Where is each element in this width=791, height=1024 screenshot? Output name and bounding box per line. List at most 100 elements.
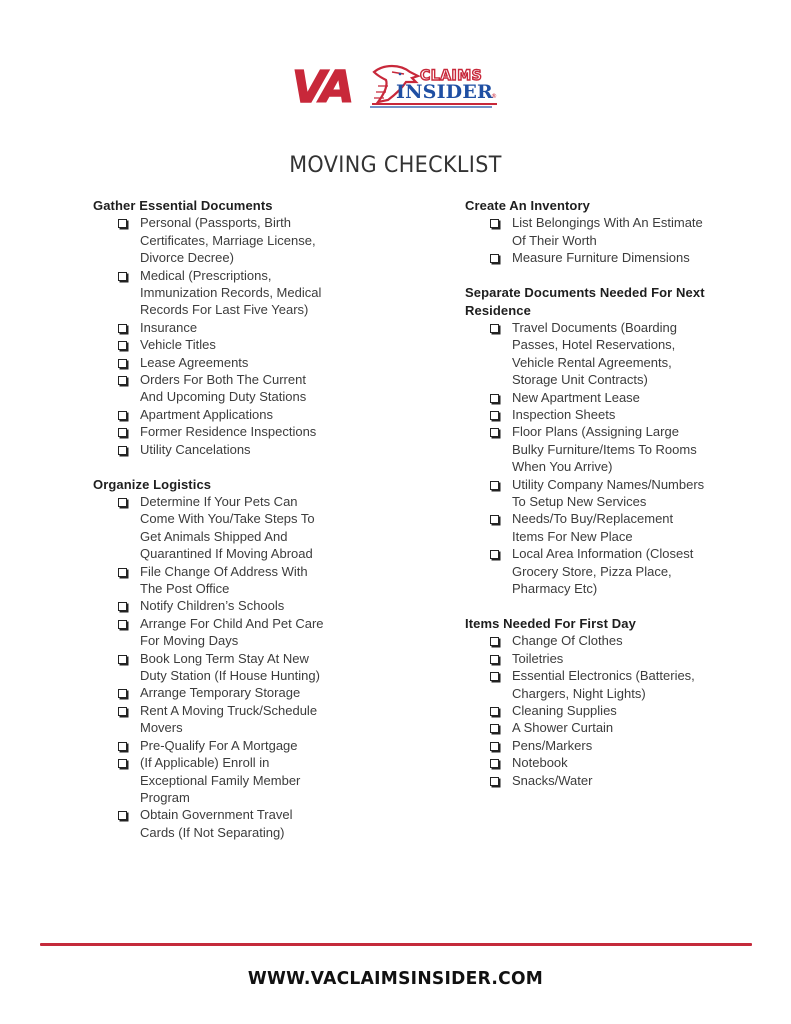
checklist-item[interactable]: Needs/To Buy/Replacement Items For New P… xyxy=(465,510,707,545)
checklist-item[interactable]: Local Area Information (Closest Grocery … xyxy=(465,545,707,597)
checklist-item[interactable]: Change Of Clothes xyxy=(465,632,707,649)
checklist-item[interactable]: Obtain Government Travel Cards (If Not S… xyxy=(93,806,330,841)
checklist-item[interactable]: Travel Documents (Boarding Passes, Hotel… xyxy=(465,319,707,389)
checkbox-icon[interactable] xyxy=(118,219,127,229)
checklist-item-label: Cleaning Supplies xyxy=(512,702,617,718)
section-heading: Create An Inventory xyxy=(465,198,590,213)
checklist-item-label: Notify Children’s Schools xyxy=(140,598,285,614)
checklist-item[interactable]: Notebook xyxy=(465,754,707,771)
logo-graphic: VA CLAIMS INSIDER ® xyxy=(291,61,497,114)
checklist-item[interactable]: Insurance xyxy=(93,319,330,336)
checklist-item-label: Orders For Both The Current And Upcoming… xyxy=(140,372,307,405)
checkbox-icon[interactable] xyxy=(118,567,127,577)
checklist-item[interactable]: Utility Company Names/Numbers To Setup N… xyxy=(465,476,707,511)
logo-va-text: VA xyxy=(292,62,351,110)
checklist-item[interactable]: Personal (Passports, Birth Certificates,… xyxy=(93,214,330,266)
checklist-item-label: Former Residence Inspections xyxy=(140,424,317,440)
checklist-item-label: Needs/To Buy/Replacement Items For New P… xyxy=(512,511,674,544)
checklist-item-label: Essential Electronics (Batteries, Charge… xyxy=(512,668,695,701)
checkbox-icon[interactable] xyxy=(490,637,499,647)
checklist-item[interactable]: Orders For Both The Current And Upcoming… xyxy=(93,371,330,406)
checkbox-icon[interactable] xyxy=(490,706,499,716)
checkbox-icon[interactable] xyxy=(118,428,127,438)
checkbox-icon[interactable] xyxy=(490,480,499,490)
section-heading: Separate Documents Needed For Next Resid… xyxy=(465,285,705,318)
checklist-item[interactable]: Rent A Moving Truck/Schedule Movers xyxy=(93,702,330,737)
checklist-item[interactable]: (If Applicable) Enroll in Exceptional Fa… xyxy=(93,754,330,806)
checkbox-icon[interactable] xyxy=(490,393,499,403)
checkbox-icon[interactable] xyxy=(490,428,499,438)
checklist-item[interactable]: Floor Plans (Assigning Large Bulky Furni… xyxy=(465,423,707,475)
checklist-item[interactable]: Arrange For Child And Pet Care For Movin… xyxy=(93,615,330,650)
checklist-item-label: Arrange For Child And Pet Care For Movin… xyxy=(140,615,324,649)
checklist-item[interactable]: List Belongings With An Estimate Of Thei… xyxy=(465,214,707,249)
checklist-item-label: Inspection Sheets xyxy=(512,406,616,422)
checkbox-icon[interactable] xyxy=(118,619,127,629)
checkbox-icon[interactable] xyxy=(118,602,127,612)
checkbox-icon[interactable] xyxy=(118,654,127,664)
checkbox-icon[interactable] xyxy=(118,445,127,455)
section-heading: Gather Essential Documents xyxy=(93,198,273,213)
checkbox-icon[interactable] xyxy=(118,706,127,716)
checklist-item[interactable]: Apartment Applications xyxy=(93,406,330,423)
checklist-item[interactable]: Determine If Your Pets Can Come With You… xyxy=(93,493,330,563)
footer-website-link[interactable]: WWW.VACLAIMSINSIDER.COM xyxy=(20,968,771,989)
checkbox-icon[interactable] xyxy=(490,410,499,420)
checklist-item[interactable]: Inspection Sheets xyxy=(465,406,707,423)
checklist-item-label: (If Applicable) Enroll in Exceptional Fa… xyxy=(140,755,301,805)
checklist-item-label: Utility Company Names/Numbers To Setup N… xyxy=(512,476,705,509)
checklist-item[interactable]: Notify Children’s Schools xyxy=(93,597,330,614)
checklist-item-label: Obtain Government Travel Cards (If Not S… xyxy=(140,807,293,840)
checkbox-icon[interactable] xyxy=(118,741,127,751)
checklist: Determine If Your Pets Can Come With You… xyxy=(93,493,343,841)
checkbox-icon[interactable] xyxy=(490,550,499,560)
checkbox-icon[interactable] xyxy=(490,741,499,751)
section-items-needed-for-first-day: Items Needed For First Day Change Of Clot… xyxy=(465,615,715,789)
checklist-item[interactable]: Toiletries xyxy=(465,650,707,667)
checkbox-icon[interactable] xyxy=(118,323,127,333)
checklist-item[interactable]: Measure Furniture Dimensions xyxy=(465,249,707,266)
checklist-item[interactable]: File Change Of Address With The Post Off… xyxy=(93,563,330,598)
checklist-item[interactable]: Former Residence Inspections xyxy=(93,423,330,440)
checkbox-icon[interactable] xyxy=(490,759,499,769)
checkbox-icon[interactable] xyxy=(490,776,499,786)
checkbox-icon[interactable] xyxy=(490,724,499,734)
checklist-item[interactable]: New Apartment Lease xyxy=(465,389,707,406)
checklist-item[interactable]: Essential Electronics (Batteries, Charge… xyxy=(465,667,707,702)
checklist-item[interactable]: Vehicle Titles xyxy=(93,336,330,353)
checklist-item-label: Pens/Markers xyxy=(512,737,593,753)
checkbox-icon[interactable] xyxy=(118,358,127,368)
checklist-item[interactable]: A Shower Curtain xyxy=(465,719,707,736)
section-heading: Organize Logistics xyxy=(93,476,212,492)
checkbox-icon[interactable] xyxy=(490,254,499,264)
checkbox-icon[interactable] xyxy=(490,654,499,664)
checkbox-icon[interactable] xyxy=(118,410,127,420)
checklist-item[interactable]: Utility Cancelations xyxy=(93,441,330,458)
checkbox-icon[interactable] xyxy=(490,219,499,229)
checklist-item[interactable]: Cleaning Supplies xyxy=(465,702,707,719)
checkbox-icon[interactable] xyxy=(490,672,499,682)
checklist-item-label: A Shower Curtain xyxy=(512,720,614,736)
section-create-an-inventory: Create An Inventory List Belongings With … xyxy=(465,197,715,267)
checklist-item[interactable]: Arrange Temporary Storage xyxy=(93,684,330,701)
checklist-item[interactable]: Pens/Markers xyxy=(465,737,707,754)
checklist-item-label: Toiletries xyxy=(512,650,564,666)
checklist-item-label: Vehicle Titles xyxy=(140,337,216,353)
checkbox-icon[interactable] xyxy=(118,759,127,769)
checklist-item-label: Notebook xyxy=(512,755,568,771)
checkbox-icon[interactable] xyxy=(490,515,499,525)
checkbox-icon[interactable] xyxy=(118,271,127,281)
checklist-item[interactable]: Pre-Qualify For A Mortgage xyxy=(93,737,330,754)
checklist-item-label: Local Area Information (Closest Grocery … xyxy=(512,546,694,597)
checklist-item-label: Insurance xyxy=(140,319,198,335)
checkbox-icon[interactable] xyxy=(118,811,127,821)
checkbox-icon[interactable] xyxy=(118,498,127,507)
checkbox-icon[interactable] xyxy=(118,689,127,699)
checkbox-icon[interactable] xyxy=(490,323,499,333)
checklist-item[interactable]: Lease Agreements xyxy=(93,354,330,371)
checkbox-icon[interactable] xyxy=(118,376,127,386)
checklist-item[interactable]: Medical (Prescriptions, Immunization Rec… xyxy=(93,267,330,319)
checklist-item[interactable]: Book Long Term Stay At New Duty Station … xyxy=(93,650,330,685)
checkbox-icon[interactable] xyxy=(118,341,127,351)
checklist-item[interactable]: Snacks/Water xyxy=(465,772,707,789)
